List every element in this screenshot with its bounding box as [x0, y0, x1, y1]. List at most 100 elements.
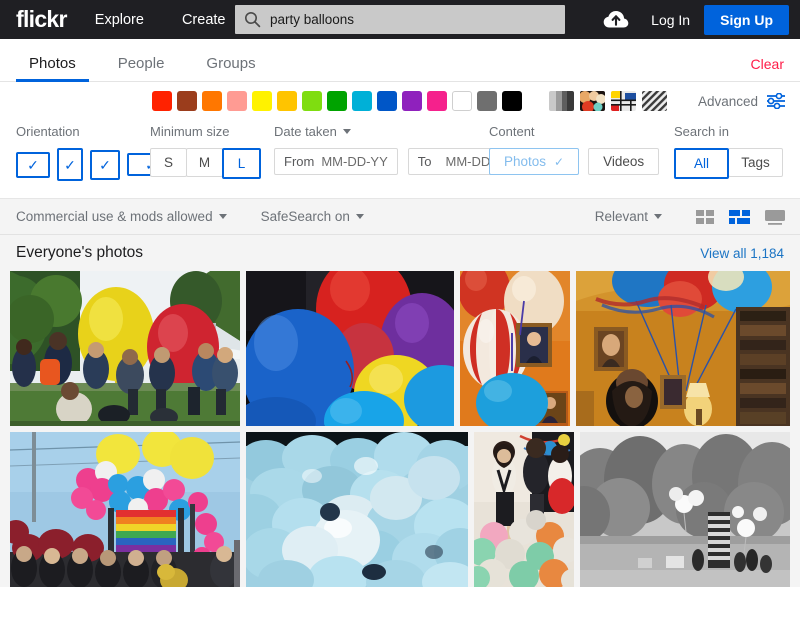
- photo-row: [10, 432, 790, 587]
- chevron-down-icon: [355, 214, 364, 219]
- search-in-tags-button[interactable]: Tags: [728, 148, 783, 177]
- tab-list: Photos People Groups: [16, 56, 285, 82]
- photo-row: [10, 271, 790, 426]
- content-options: Photos ✓ Videos: [489, 148, 668, 175]
- color-swatch-lime[interactable]: [302, 91, 322, 111]
- chevron-down-icon: [654, 214, 662, 219]
- date-from-label: From: [284, 154, 315, 169]
- content-photos-button[interactable]: Photos ✓: [489, 148, 580, 175]
- slideshow-view-icon[interactable]: [764, 209, 786, 225]
- photo-pale-blue-balloon-pit[interactable]: [246, 432, 468, 587]
- chevron-down-icon: [342, 129, 351, 134]
- style-swatch-list: [549, 91, 673, 111]
- color-swatch-salmon[interactable]: [227, 91, 247, 111]
- patterns-style-icon[interactable]: [642, 91, 667, 111]
- photo-white-balloons-bw-field[interactable]: [580, 432, 790, 587]
- search-bar[interactable]: [235, 5, 565, 34]
- photo-striped-balloon-orange-room[interactable]: [460, 271, 570, 426]
- date-from-placeholder: MM-DD-YY: [321, 154, 388, 169]
- advanced-label: Advanced: [697, 93, 758, 109]
- safesearch-dropdown[interactable]: SafeSearch on: [261, 209, 364, 224]
- content-videos-label: Videos: [603, 154, 645, 169]
- orientation-landscape-button[interactable]: ✓: [16, 151, 50, 178]
- color-swatch-white[interactable]: [452, 91, 472, 111]
- advanced-filters-button[interactable]: Advanced: [698, 93, 786, 109]
- clear-filters-link[interactable]: Clear: [751, 56, 784, 72]
- top-navigation-bar: flickr Explore Create Log In Sign: [0, 0, 800, 39]
- date-taken-label-text: Date taken: [274, 124, 337, 139]
- color-swatch-green[interactable]: [327, 91, 347, 111]
- cloud-upload-icon[interactable]: [603, 10, 629, 29]
- orientation-square-button[interactable]: ✓: [90, 149, 120, 180]
- shallow-depth-of-field-style-icon[interactable]: [580, 91, 605, 111]
- subbar-left-group: Commercial use & mods allowed SafeSearch…: [16, 209, 398, 224]
- date-to-label: To: [417, 154, 432, 169]
- tab-groups[interactable]: Groups: [193, 56, 268, 81]
- flickr-search-page: flickr Explore Create Log In Sign: [0, 0, 800, 618]
- search-in-filter-group: Search in All Tags: [674, 124, 783, 179]
- size-large-button[interactable]: L: [222, 148, 261, 179]
- date-from-input[interactable]: From MM-DD-YY: [274, 148, 398, 175]
- color-swatch-gray[interactable]: [477, 91, 497, 111]
- photo-parade-float-pink-balloons[interactable]: [10, 432, 240, 587]
- search-in-all-button[interactable]: All: [674, 148, 729, 179]
- content-videos-button[interactable]: Videos: [588, 148, 660, 175]
- nav-right-group: Log In Sign Up: [603, 0, 800, 39]
- color-swatch-amber[interactable]: [277, 91, 297, 111]
- color-swatch-purple[interactable]: [402, 91, 422, 111]
- sort-dropdown[interactable]: Relevant: [595, 209, 662, 224]
- minimum-size-options: S M L: [150, 148, 261, 179]
- color-swatch-brown[interactable]: [177, 91, 197, 111]
- color-swatch-yellow[interactable]: [252, 91, 272, 111]
- safesearch-label: SafeSearch on: [260, 209, 350, 224]
- color-swatch-cyan[interactable]: [352, 91, 372, 111]
- color-swatch-orange[interactable]: [202, 91, 222, 111]
- color-swatch-list: [152, 91, 527, 111]
- sort-label: Relevant: [594, 209, 648, 224]
- minimum-size-label: Minimum size: [150, 124, 230, 139]
- justified-view-icon[interactable]: [729, 209, 750, 225]
- login-link[interactable]: Log In: [651, 12, 690, 28]
- color-swatch-red[interactable]: [152, 91, 172, 111]
- chevron-down-icon: [218, 214, 227, 219]
- results-header: Everyone's photos View all 1,184: [0, 235, 800, 271]
- license-label: Commercial use & mods allowed: [16, 209, 213, 224]
- color-filter-row: Advanced: [0, 82, 800, 120]
- content-label: Content: [489, 124, 535, 139]
- content-photos-check: ✓: [554, 154, 565, 169]
- color-swatch-blue[interactable]: [377, 91, 397, 111]
- view-mode-switcher: [682, 209, 786, 225]
- size-medium-button[interactable]: M: [186, 148, 223, 177]
- orientation-portrait-button[interactable]: ✓: [57, 148, 83, 181]
- photo-balloons-ceiling-library[interactable]: [576, 271, 790, 426]
- tab-photos[interactable]: Photos: [16, 56, 89, 82]
- search-input[interactable]: [270, 12, 550, 27]
- color-swatch-magenta[interactable]: [427, 91, 447, 111]
- black-and-white-style-icon[interactable]: [549, 91, 574, 111]
- minimalist-style-icon[interactable]: [611, 91, 636, 111]
- orientation-portrait-check: ✓: [64, 156, 76, 173]
- view-all-link[interactable]: View all 1,184: [700, 246, 784, 261]
- color-swatch-black[interactable]: [502, 91, 522, 111]
- minimum-size-filter-group: Minimum size S M L: [150, 124, 261, 179]
- license-dropdown[interactable]: Commercial use & mods allowed: [16, 209, 227, 224]
- flickr-logo[interactable]: flickr: [0, 8, 67, 31]
- photo-colorful-balloon-cluster-dark[interactable]: [246, 271, 454, 426]
- photo-party-guests-pastel-balloons[interactable]: [474, 432, 574, 587]
- nav-create[interactable]: Create: [182, 12, 226, 28]
- content-filter-group: Content Photos ✓ Videos: [489, 124, 668, 175]
- photo-yellow-red-balloons-park[interactable]: [10, 271, 240, 426]
- signup-button[interactable]: Sign Up: [704, 4, 789, 35]
- orientation-landscape-check: ✓: [27, 156, 39, 173]
- sliders-icon: [767, 93, 785, 109]
- secondary-filter-bar: Commercial use & mods allowed SafeSearch…: [0, 199, 800, 235]
- nav-explore[interactable]: Explore: [95, 12, 144, 28]
- grid-view-icon[interactable]: [696, 209, 715, 225]
- results-title: Everyone's photos: [16, 244, 144, 261]
- filter-row: Orientation ✓ ✓ ✓ ✓ Minimum size S: [0, 120, 800, 199]
- subbar-right-group: Relevant: [595, 209, 786, 225]
- search-in-label: Search in: [674, 124, 729, 139]
- orientation-square-check: ✓: [99, 156, 111, 173]
- size-small-button[interactable]: S: [150, 148, 187, 177]
- tab-people[interactable]: People: [105, 56, 178, 81]
